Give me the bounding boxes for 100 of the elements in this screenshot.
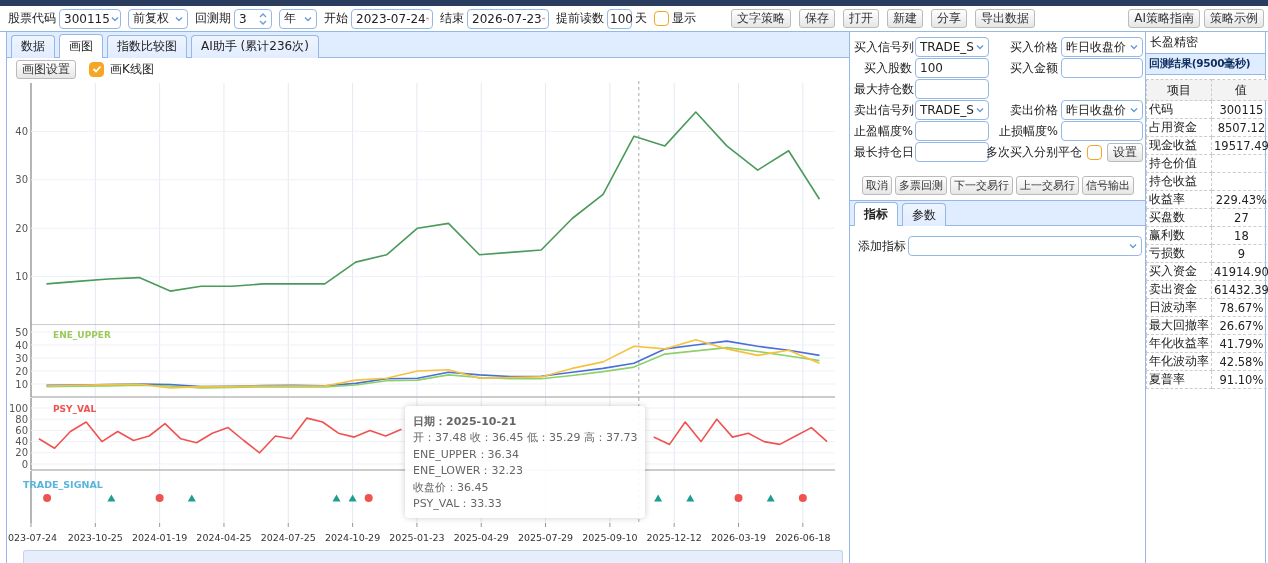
tab[interactable]: 参数 <box>902 203 946 226</box>
action-button[interactable]: 上一交易行 <box>1016 176 1079 195</box>
unit-label: 天 <box>635 10 647 27</box>
tooltip-title: 日期：2025-10-21 <box>413 414 518 430</box>
axis-label: 10 <box>15 270 28 282</box>
axis-label: 100 <box>8 402 28 414</box>
toolbar-button[interactable]: 文字策略 <box>731 9 791 28</box>
axis-label: 20 <box>15 365 28 377</box>
checkbox-label: 多次买入分别平仓 <box>986 144 1082 160</box>
field-label: 提前读数 <box>556 10 604 27</box>
axis-label: 2025-09-10 <box>582 532 638 544</box>
tab[interactable]: 数据 <box>11 34 55 58</box>
table-cell: 日波动率 <box>1146 298 1212 317</box>
legend-label: ENE_UPPER <box>53 329 111 340</box>
axis-label: 50 <box>15 326 28 338</box>
axis-label: 2025-12-12 <box>646 532 702 544</box>
axis-label: 2025-04-29 <box>453 532 509 544</box>
field-label: 股票代码 <box>8 10 56 27</box>
axis-label: 30 <box>15 352 28 364</box>
tab[interactable]: 指标 <box>854 202 898 226</box>
field-label: 买入价格 <box>1009 39 1058 55</box>
field-label: 结束 <box>440 10 464 27</box>
field-label: 卖出信号列 <box>854 102 912 118</box>
checkbox-label: 画K线图 <box>110 60 154 78</box>
legend-label: PSY_VAL <box>53 403 97 414</box>
table-cell: 买盘数 <box>1146 208 1212 227</box>
table-cell: 年化波动率 <box>1146 352 1212 371</box>
dropdown[interactable]: 300115 <box>59 8 121 29</box>
table-cell: 赢利数 <box>1146 226 1212 245</box>
table-cell: 占用资金 <box>1146 118 1212 137</box>
panel-title: 回测结果(9500毫秒) <box>1146 54 1265 75</box>
axis-label: 2025-07-29 <box>517 532 574 544</box>
dropdown[interactable]: 昨日收盘价 <box>1061 37 1143 57</box>
toolbar-button[interactable]: 策略示例 <box>1204 9 1264 28</box>
date-field[interactable]: 2023-07-24 <box>351 8 433 29</box>
axis-label: 023-07-24 <box>8 532 58 544</box>
dropdown[interactable]: 昨日收盘价 <box>1061 100 1143 120</box>
dropdown[interactable]: 前复权 <box>128 8 188 29</box>
axis-label: 30 <box>15 174 28 186</box>
column-header: 项目 <box>1146 79 1212 101</box>
action-button[interactable]: 下一交易行 <box>950 176 1013 195</box>
axis-label: 2024-01-19 <box>132 532 188 544</box>
tooltip-text: PSY_VAL：33.33 <box>413 496 503 513</box>
axis-label: 20 <box>15 222 28 234</box>
action-button[interactable]: 多票回测 <box>895 176 947 195</box>
action-button[interactable]: 信号输出 <box>1082 176 1134 195</box>
date-field[interactable]: 2026-07-23 <box>467 8 549 29</box>
axis-label: 40 <box>15 435 28 447</box>
toolbar-button[interactable]: 打开 <box>843 9 879 28</box>
field-label: 最大持仓数 <box>854 81 912 97</box>
axis-label: 2026-06-18 <box>775 532 831 544</box>
field-label: 卖出价格 <box>1009 102 1058 118</box>
table-cell: 现金收益 <box>1146 136 1212 155</box>
axis-label: 60 <box>15 424 28 436</box>
table-cell: 代码 <box>1146 100 1212 119</box>
field-label: 买入股数 <box>863 60 912 76</box>
field-label: 买入信号列 <box>854 39 912 55</box>
table-cell: 收益率 <box>1146 190 1212 209</box>
table-cell: 持仓收益 <box>1146 172 1212 191</box>
settings-button[interactable]: 设置 <box>1107 142 1143 162</box>
table-cell: 亏损数 <box>1146 244 1212 263</box>
number-spinner[interactable]: 3 <box>234 8 272 29</box>
toolbar-button[interactable]: 导出数据 <box>975 9 1035 28</box>
tooltip-text: ENE_LOWER：32.23 <box>413 463 524 480</box>
axis-label: 2024-07-25 <box>260 532 316 544</box>
table-cell: 卖出资金 <box>1146 280 1212 299</box>
axis-label: 80 <box>15 413 28 425</box>
tooltip-text: 收盘价：36.45 <box>413 479 490 496</box>
axis-label: 2024-10-29 <box>325 532 381 544</box>
checkbox-label: 显示 <box>672 10 696 27</box>
tab[interactable]: AI助手 (累计236次) <box>191 34 319 58</box>
input-field[interactable]: 100 <box>915 58 989 78</box>
axis-label: 20 <box>15 446 28 458</box>
table-cell: 年化收益率 <box>1146 334 1212 353</box>
field-label: 开始 <box>324 10 348 27</box>
field-label: 最长持仓日 <box>854 144 912 160</box>
dropdown[interactable]: TRADE_S <box>915 100 989 120</box>
legend-label: TRADE_SIGNAL <box>23 479 103 491</box>
tab[interactable]: 画图 <box>59 33 103 58</box>
toolbar-button[interactable]: 保存 <box>799 9 835 28</box>
field-label: 买入金额 <box>1009 60 1058 76</box>
tooltip-text: ENE_UPPER：36.34 <box>413 446 521 463</box>
input-field[interactable]: 100 <box>607 8 632 29</box>
dropdown[interactable]: 年 <box>279 8 317 29</box>
toolbar-button[interactable]: 分享 <box>931 9 967 28</box>
tab[interactable]: 指数比较图 <box>107 34 187 58</box>
column-header: 值 <box>1211 79 1268 101</box>
toolbar-button[interactable]: AI策略指南 <box>1128 9 1200 28</box>
axis-label: 10 <box>15 378 28 390</box>
dropdown[interactable]: TRADE_S <box>915 37 989 57</box>
axis-label: 40 <box>15 339 28 351</box>
axis-label: 2024-04-25 <box>196 532 252 544</box>
tooltip-text: 开：37.48 收：36.45 低：35.29 高：37.73 <box>413 430 638 447</box>
axis-label: 40 <box>15 125 28 137</box>
field-label: 回测期 <box>195 10 231 27</box>
table-cell: 最大回撤率 <box>1146 316 1212 335</box>
toolbar-button[interactable]: 新建 <box>887 9 923 28</box>
settings-button[interactable]: 画图设置 <box>16 59 76 79</box>
action-button[interactable]: 取消 <box>862 176 892 195</box>
field-label: 止损幅度% <box>998 123 1058 139</box>
